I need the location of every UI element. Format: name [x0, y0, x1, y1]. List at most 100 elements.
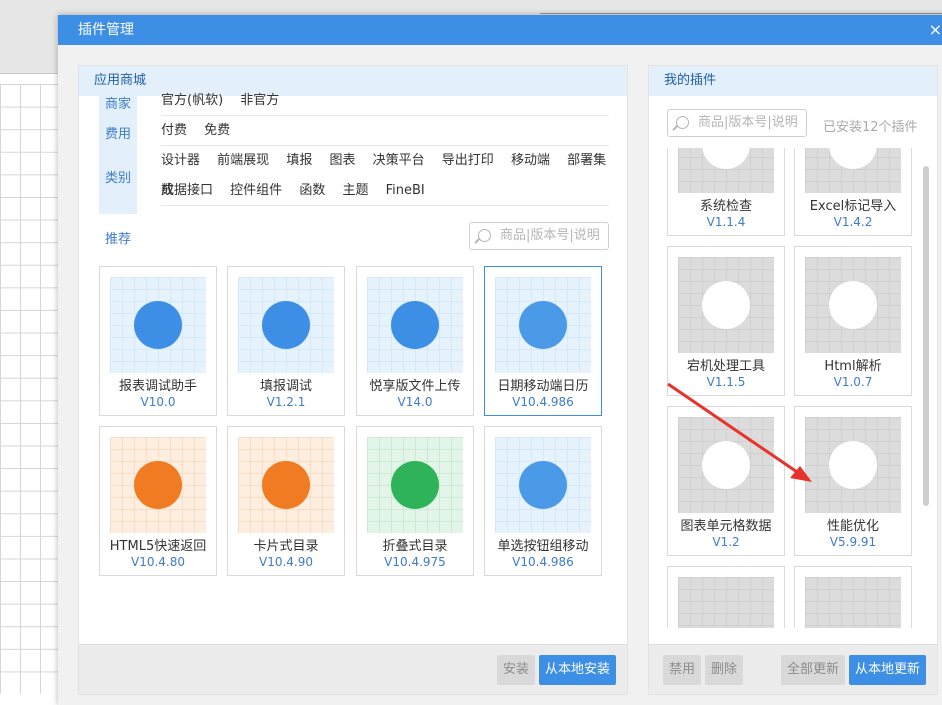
plugin-name: 悦享版文件上传: [369, 379, 461, 394]
plugin-name: 宕机处理工具: [686, 359, 765, 374]
plugin-card[interactable]: 折叠式目录 V10.4.975: [356, 426, 474, 576]
filter-option[interactable]: 函数: [299, 183, 325, 198]
filter-option[interactable]: 官方(帆软): [161, 93, 223, 108]
plugin-name: 单选按钮组移动: [497, 539, 589, 554]
spreadsheet-grid: [0, 84, 58, 694]
my-plugins-search-input[interactable]: 商品|版本号|说明: [667, 109, 807, 137]
filter-categories: 商家 费用 类别: [99, 86, 137, 214]
puzzle-icon: [805, 417, 901, 513]
filter-option[interactable]: 主题: [342, 183, 368, 198]
filter-row-merchant: 官方(帆软) 非官方: [161, 86, 609, 116]
puzzle-icon: [805, 577, 901, 628]
installed-count: 已安装12个插件: [823, 120, 918, 135]
filter-option[interactable]: 决策平台: [373, 153, 425, 168]
fold-directory-icon: [367, 437, 463, 533]
filter-option[interactable]: 数据接口: [161, 183, 213, 198]
installed-plugin-card[interactable]: [667, 566, 785, 628]
filter-option[interactable]: 移动端: [511, 153, 550, 168]
installed-plugin-card[interactable]: 图表单元格数据 V1.2: [667, 406, 785, 556]
installed-plugin-card[interactable]: [794, 566, 912, 628]
my-plugins-footer: 禁用 删除 全部更新 从本地更新: [649, 644, 937, 694]
delete-button[interactable]: 删除: [705, 655, 744, 685]
radio-mobile-icon: [495, 437, 591, 533]
filter-option[interactable]: 非官方: [240, 93, 279, 108]
filter-option[interactable]: 图表: [329, 153, 355, 168]
filter-row-category: 设计器 前端展现 填报 图表 决策平台 导出打印 移动端 部署集成: [161, 146, 609, 198]
close-icon[interactable]: ×: [929, 15, 942, 45]
plugin-version: V5.9.91: [829, 535, 877, 549]
dialog-titlebar: 插件管理: [58, 15, 942, 45]
plugin-version: V1.4.2: [833, 215, 873, 229]
puzzle-icon: [678, 417, 774, 513]
puzzle-icon: [805, 257, 901, 353]
search-icon: [478, 229, 491, 242]
installed-plugin-card[interactable]: Excel标记导入 V1.4.2: [794, 148, 912, 236]
plugin-name: 折叠式目录: [382, 539, 448, 554]
my-plugins-header: 我的插件: [649, 66, 937, 96]
install-local-button[interactable]: 从本地安装: [539, 655, 617, 685]
installed-plugin-card[interactable]: 宕机处理工具 V1.1.5: [667, 246, 785, 396]
search-placeholder: 商品|版本号|说明: [500, 228, 600, 243]
card-directory-icon: [238, 437, 334, 533]
filter-option[interactable]: 前端展现: [217, 153, 269, 168]
plugin-version: V10.4.975: [384, 555, 446, 569]
update-local-button[interactable]: 从本地更新: [849, 655, 927, 685]
installed-plugin-card[interactable]: Html解析 V1.0.7: [794, 246, 912, 396]
plugin-version: V1.0.7: [833, 375, 873, 389]
plugin-card-selected[interactable]: 日期移动端日历 V10.4.986: [484, 266, 602, 416]
filter-label-category: 类别: [104, 171, 131, 186]
puzzle-icon: [805, 148, 901, 193]
filter-area: 商家 费用 类别 官方(帆软) 非官方 付费 免费 设计器 前端展现 填报 图表…: [99, 86, 609, 214]
filter-option[interactable]: 付费: [161, 123, 187, 138]
file-upload-icon: [367, 277, 463, 373]
plugin-version: V14.0: [397, 395, 433, 409]
plugin-card[interactable]: HTML5快速返回 V10.4.80: [99, 426, 217, 576]
html5-return-icon: [110, 437, 206, 533]
plugin-version: V10.4.986: [512, 555, 574, 569]
filter-option[interactable]: 控件组件: [230, 183, 282, 198]
puzzle-icon: [678, 257, 774, 353]
plugin-version: V10.4.90: [258, 555, 313, 569]
filter-option[interactable]: 导出打印: [442, 153, 494, 168]
plugin-version: V10.4.80: [130, 555, 185, 569]
mobile-calendar-icon: [495, 277, 591, 373]
plugin-name: 填报调试: [259, 379, 312, 394]
plugin-version: V1.2: [712, 535, 740, 549]
filter-option[interactable]: 填报: [286, 153, 312, 168]
filter-option[interactable]: 免费: [204, 123, 230, 138]
app-store-panel: 应用商城 商家 费用 类别 官方(帆软) 非官方 付费 免费 设计器 前端展现 …: [78, 65, 628, 695]
plugin-card[interactable]: 报表调试助手 V10.0: [99, 266, 217, 416]
plugin-name: HTML5快速返回: [109, 539, 207, 554]
scrollbar[interactable]: [923, 166, 929, 506]
store-search-input[interactable]: 商品|版本号|说明: [469, 222, 609, 250]
search-icon: [676, 116, 689, 129]
plugin-version: V1.2.1: [266, 395, 306, 409]
filter-option[interactable]: 设计器: [161, 153, 200, 168]
disable-button[interactable]: 禁用: [663, 655, 702, 685]
puzzle-icon: [678, 577, 774, 628]
install-button[interactable]: 安装: [497, 655, 536, 685]
installed-plugin-card[interactable]: 系统检查 V1.1.4: [667, 148, 785, 236]
installed-plugin-card[interactable]: 性能优化 V5.9.91: [794, 406, 912, 556]
puzzle-icon: [678, 148, 774, 193]
plugin-card[interactable]: 填报调试 V1.2.1: [227, 266, 345, 416]
plugin-card[interactable]: 悦享版文件上传 V14.0: [356, 266, 474, 416]
plugin-name: Html解析: [824, 359, 882, 374]
plugin-name: 性能优化: [826, 519, 879, 534]
plugin-card[interactable]: 单选按钮组移动 V10.4.986: [484, 426, 602, 576]
form-debug-icon: [238, 277, 334, 373]
plugin-version: V10.4.986: [512, 395, 574, 409]
plugin-name: 卡片式目录: [253, 539, 319, 554]
plugin-version: V1.1.4: [706, 215, 746, 229]
plugin-name: Excel标记导入: [809, 199, 897, 214]
filter-option[interactable]: FineBI: [386, 183, 425, 198]
plugin-name: 系统检查: [699, 199, 752, 214]
update-all-button[interactable]: 全部更新: [781, 655, 846, 685]
plugin-name: 日期移动端日历: [497, 379, 589, 394]
filter-label-fee: 费用: [104, 127, 131, 142]
recommend-label: 推荐: [105, 232, 132, 247]
plugin-manager-dialog: 插件管理 × 应用商城 商家 费用 类别 官方(帆软) 非官方 付费 免费 设计…: [58, 15, 942, 705]
plugin-card[interactable]: 卡片式目录 V10.4.90: [227, 426, 345, 576]
plugin-version: V1.1.5: [706, 375, 746, 389]
filter-row-fee: 付费 免费: [161, 116, 609, 146]
